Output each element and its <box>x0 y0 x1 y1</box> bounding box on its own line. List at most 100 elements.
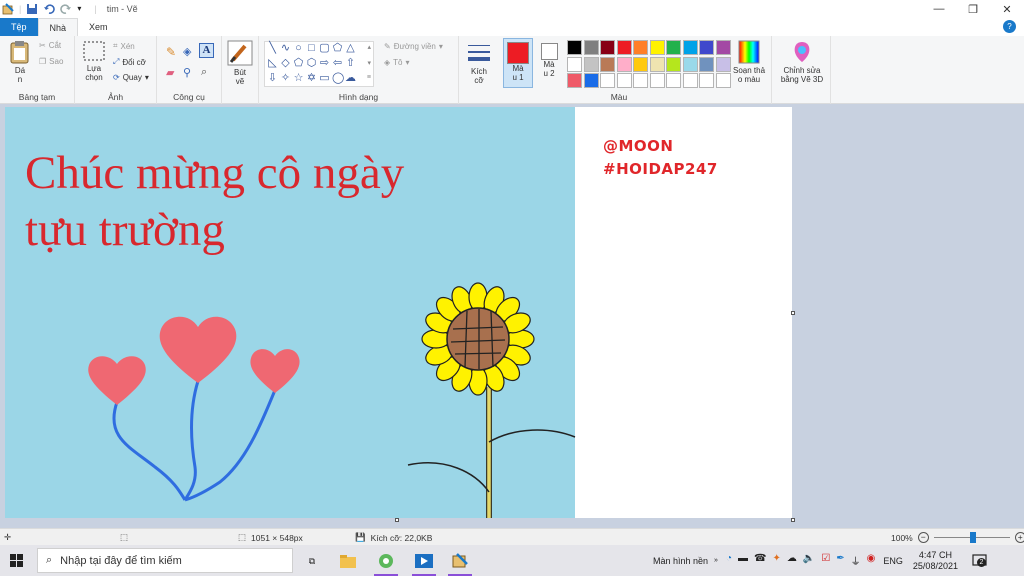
polygon-shape-icon[interactable]: ⬠ <box>332 43 343 54</box>
tab-home[interactable]: Nhà <box>37 18 79 36</box>
palette-swatch[interactable] <box>583 56 599 72</box>
pencil-icon[interactable]: ✎ <box>166 45 176 59</box>
color1-button[interactable]: Mà u 1 <box>503 38 533 88</box>
pentagon-shape-icon[interactable]: ⬠ <box>293 58 304 69</box>
notification-center-icon[interactable]: 2 <box>972 553 988 568</box>
outline-dropdown[interactable]: ✎ Đường viền ▾ <box>384 42 443 51</box>
palette-swatch[interactable] <box>633 40 648 55</box>
palette-swatch[interactable] <box>600 73 615 88</box>
resize-handle-corner[interactable] <box>791 518 795 522</box>
callout-rect-shape-icon[interactable]: ▭ <box>319 73 330 84</box>
tab-file[interactable]: Tệp <box>0 18 38 36</box>
left-arrow-shape-icon[interactable]: ⇦ <box>332 58 343 69</box>
palette-swatch[interactable] <box>666 73 681 88</box>
palette-swatch[interactable] <box>649 73 665 88</box>
clock[interactable]: 4:47 CH 25/08/2021 <box>913 550 958 572</box>
tray-app-icon[interactable]: ◔ <box>726 553 732 568</box>
palette-swatch[interactable] <box>682 56 698 72</box>
copy-button[interactable]: ❐ Sao <box>39 57 63 66</box>
task-view-icon[interactable]: ⧉ <box>298 548 326 574</box>
line-shape-icon[interactable]: ╲ <box>267 43 278 54</box>
rotate-button[interactable]: ⟳ Quay ▾ <box>113 73 149 82</box>
start-button[interactable] <box>3 548 31 574</box>
palette-swatch[interactable] <box>633 56 648 72</box>
coccoc-browser-icon[interactable] <box>372 548 400 576</box>
gallery-scroll-down-icon[interactable]: ▾ <box>367 59 371 67</box>
palette-swatch[interactable] <box>699 73 714 88</box>
crop-button[interactable]: ⌗ Xén <box>113 41 135 51</box>
palette-swatch[interactable] <box>567 73 582 88</box>
redo-icon[interactable] <box>60 3 72 15</box>
triangle-shape-icon[interactable]: △ <box>345 43 356 54</box>
maximize-button[interactable]: ❐ <box>956 0 990 18</box>
tray-coccoc-icon[interactable]: ◉ <box>867 553 876 568</box>
zoom-out-button[interactable]: − <box>917 532 929 543</box>
palette-swatch[interactable] <box>682 40 698 55</box>
palette-swatch[interactable] <box>649 40 665 55</box>
five-point-star-shape-icon[interactable]: ☆ <box>293 73 304 84</box>
palette-swatch[interactable] <box>616 56 632 72</box>
overflow-chevron-icon[interactable]: » <box>714 557 718 564</box>
curve-shape-icon[interactable]: ∿ <box>280 43 291 54</box>
cut-button[interactable]: ✂ Cắt <box>39 41 61 50</box>
resize-button[interactable]: ⤢ Đổi cỡ <box>113 57 146 67</box>
minimize-button[interactable]: — <box>922 0 956 18</box>
palette-swatch[interactable] <box>666 56 681 72</box>
undo-icon[interactable] <box>43 3 56 15</box>
paint-taskbar-icon[interactable] <box>446 548 474 576</box>
eraser-icon[interactable]: ▰ <box>166 66 174 79</box>
close-button[interactable]: ✕ <box>990 0 1024 18</box>
palette-swatch[interactable] <box>616 73 632 88</box>
select-button[interactable]: Lựa chọn <box>80 40 108 82</box>
color-picker-icon[interactable]: ⚲ <box>183 66 191 79</box>
six-point-star-shape-icon[interactable]: ✡ <box>306 73 317 84</box>
fill-icon[interactable]: ◈ <box>183 45 191 58</box>
brushes-button[interactable]: Bút vẽ <box>226 40 254 86</box>
rounded-rectangle-shape-icon[interactable]: ▢ <box>319 43 330 54</box>
palette-swatch[interactable] <box>600 56 615 72</box>
zoom-slider[interactable] <box>933 532 1010 543</box>
size-button[interactable]: Kích cỡ <box>464 41 494 85</box>
up-arrow-shape-icon[interactable]: ⇧ <box>345 58 356 69</box>
palette-swatch[interactable] <box>649 56 665 72</box>
paint3d-button[interactable]: Chỉnh sửa bằng Vẽ 3D <box>775 40 829 84</box>
volume-icon[interactable]: 🔈 <box>803 553 815 568</box>
desktop-label[interactable]: Màn hình nền <box>653 556 708 566</box>
zoom-slider-thumb[interactable] <box>969 532 976 543</box>
text-tool-icon[interactable]: A <box>199 43 214 58</box>
palette-swatch[interactable] <box>583 40 599 55</box>
resize-handle-bottom[interactable] <box>395 518 399 522</box>
right-triangle-shape-icon[interactable]: ◺ <box>267 58 278 69</box>
fill-dropdown[interactable]: ◈ Tô ▾ <box>384 58 410 67</box>
palette-swatch[interactable] <box>600 40 615 55</box>
customize-toolbar-icon[interactable]: ▾ <box>77 3 89 15</box>
taskbar-search[interactable]: ⌕ Nhập tại đây để tìm kiếm <box>37 548 293 573</box>
four-point-star-shape-icon[interactable]: ✧ <box>280 73 291 84</box>
palette-swatch[interactable] <box>633 73 648 88</box>
palette-swatch[interactable] <box>666 40 681 55</box>
tray-pen-icon[interactable]: ✒ <box>836 553 844 568</box>
palette-swatch[interactable] <box>583 73 599 88</box>
zoom-in-button[interactable]: + <box>1014 532 1024 543</box>
palette-swatch[interactable] <box>699 56 714 72</box>
edit-colors-button[interactable]: Soạn thả o màu <box>729 40 769 84</box>
rectangle-shape-icon[interactable]: □ <box>306 43 317 54</box>
help-icon[interactable]: ? <box>1003 20 1016 33</box>
save-icon[interactable] <box>26 3 38 15</box>
network-icon[interactable]: ⏚ <box>851 553 861 568</box>
diamond-shape-icon[interactable]: ◇ <box>280 58 291 69</box>
brushes-group[interactable]: Bút vẽ <box>222 36 259 104</box>
right-arrow-shape-icon[interactable]: ⇨ <box>319 58 330 69</box>
gallery-scroll-up-icon[interactable]: ▴ <box>367 43 371 51</box>
cloud-callout-shape-icon[interactable]: ☁ <box>345 73 356 84</box>
drawing-canvas[interactable]: Chúc mừng cô ngày tựu trường @MOON #HOID… <box>5 107 792 518</box>
palette-swatch[interactable] <box>682 73 698 88</box>
tray-antivirus-icon[interactable]: ☑ <box>821 553 830 568</box>
palette-swatch[interactable] <box>567 40 582 55</box>
palette-swatch[interactable] <box>567 56 582 72</box>
down-arrow-shape-icon[interactable]: ⇩ <box>267 73 278 84</box>
palette-swatch[interactable] <box>699 40 714 55</box>
tab-view[interactable]: Xem <box>78 18 119 36</box>
hexagon-shape-icon[interactable]: ⬡ <box>306 58 317 69</box>
callout-oval-shape-icon[interactable]: ◯ <box>332 73 344 84</box>
